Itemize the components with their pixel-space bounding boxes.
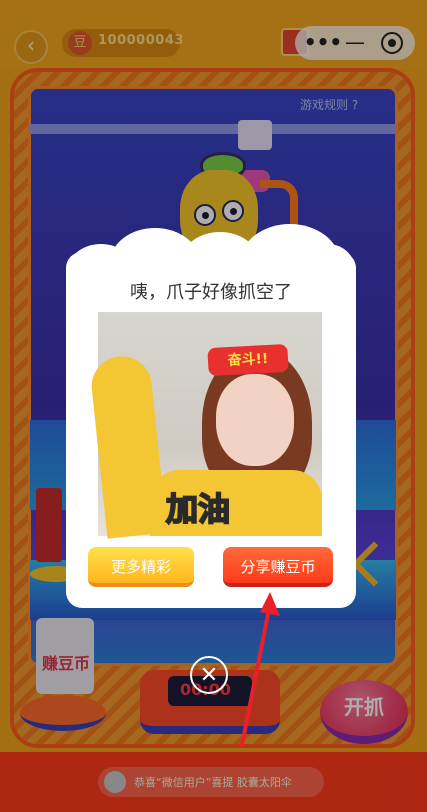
close-icon[interactable]: ✕ bbox=[190, 656, 228, 694]
more-content-button[interactable]: 更多精彩 bbox=[88, 547, 194, 587]
dialog-title: 咦，爪子好像抓空了 bbox=[130, 282, 292, 303]
photo-face bbox=[216, 374, 294, 466]
photo-caption: 加油 bbox=[165, 489, 231, 529]
annotation-arrow-shaft bbox=[240, 602, 272, 747]
annotation-arrow bbox=[240, 592, 280, 747]
photo-banner: 奋斗!! bbox=[207, 343, 289, 377]
annotation-arrow-head bbox=[260, 592, 280, 616]
share-earn-button[interactable]: 分享赚豆币 bbox=[223, 547, 333, 587]
